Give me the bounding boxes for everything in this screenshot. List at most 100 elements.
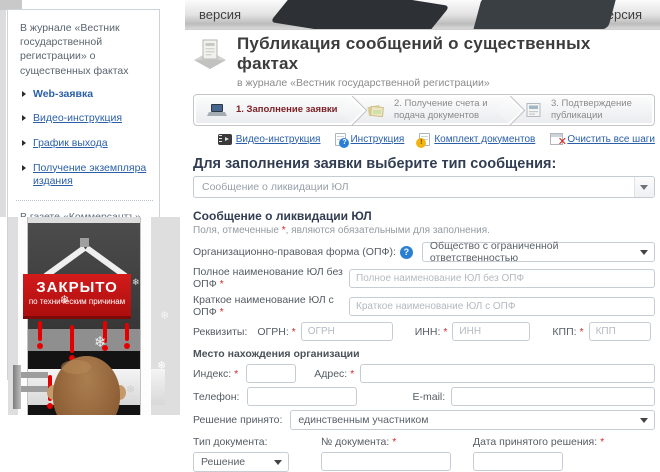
full-name-label-text: Полное наименование ЮЛ без ОПФ [193, 266, 343, 290]
help-icon[interactable]: ? [400, 246, 413, 259]
phone-input[interactable] [247, 387, 357, 406]
select-dropdown-button[interactable] [634, 177, 654, 197]
short-name-row: Краткое наименование ЮЛ с ОПФ * [193, 294, 655, 318]
section-title: Сообщение о ликвидации ЮЛ [193, 209, 655, 223]
video-instruction-link[interactable]: Видео-инструкция [33, 112, 122, 126]
inn-input[interactable] [452, 322, 530, 341]
doc-number-input[interactable] [321, 452, 451, 471]
documents-kit-link[interactable]: Комплект документов [434, 134, 535, 145]
door-band [28, 329, 140, 351]
clear-all-steps-link[interactable]: Очистить все шаги [567, 134, 655, 145]
content: Публикация сообщений о существенных факт… [193, 34, 655, 472]
arrow-bullet-icon [22, 165, 26, 171]
banner-text-left: версия [199, 7, 241, 22]
requisites-row: Реквизиты: ОГРН: * ИНН: * КПП: * [193, 322, 655, 341]
requisites-label: Реквизиты: [193, 326, 247, 338]
snowflake-icon: ❄ [160, 309, 169, 322]
step-2-invoice-documents[interactable]: 2. Получение счета и подача документов [354, 95, 512, 125]
tablet-device-decoration [469, 0, 621, 30]
red-cross-icon: ✕ [557, 138, 567, 148]
video-instruction-toolbar-link[interactable]: Видео-инструкция [236, 134, 321, 145]
closed-sign-title: ЗАКРЫТО [23, 279, 131, 296]
toolbar-documents: ! Комплект документов [419, 133, 535, 146]
video-icon [218, 134, 232, 145]
full-name-label: Полное наименование ЮЛ без ОПФ * [193, 266, 349, 290]
doc-date-input[interactable] [473, 452, 563, 471]
doc-date-column: Дата принятого решения: * [473, 436, 604, 471]
decision-select[interactable]: единственным участником [290, 410, 655, 430]
instruction-link[interactable]: Инструкция [350, 134, 404, 145]
snowflake-icon: ❄ [94, 333, 107, 351]
chevron-down-icon [274, 460, 282, 465]
opf-row: Организационно-правовая форма (ОПФ): ? О… [193, 242, 655, 262]
index-address-row: Индекс: * Адрес: * [193, 364, 655, 383]
laptop-icon [206, 103, 228, 118]
sidebar-item-get-copy: Получение экземпляра издания [22, 162, 151, 189]
sidebar: В журнале «Вестник государственной регис… [0, 0, 185, 415]
sign-pin [80, 238, 89, 247]
get-copy-link[interactable]: Получение экземпляра издания [33, 162, 151, 189]
required-star: * [350, 368, 354, 380]
full-name-input[interactable] [349, 269, 655, 288]
doc-type-column: Тип документа: Решение [193, 436, 315, 472]
web-zayavka-link[interactable]: Web-заявка [33, 88, 93, 102]
toolbar-clear-steps: ✕ Очистить все шаги [550, 133, 655, 145]
index-input[interactable] [246, 364, 296, 383]
arrow-bullet-icon [22, 115, 26, 121]
toolbar-video-instruction: Видео-инструкция [218, 134, 321, 145]
doc-type-select[interactable]: Решение [193, 452, 289, 472]
arrow-bullet-icon [22, 91, 26, 97]
sidebar-item-schedule: График выхода [22, 137, 151, 151]
door-frame [140, 217, 151, 415]
kpp-label-text: КПП: [552, 326, 576, 338]
short-name-label-text: Краткое наименование ЮЛ с ОПФ [193, 294, 334, 318]
page-subtitle: в журнале «Вестник государственной регис… [237, 77, 655, 89]
kpp-label: КПП: * [552, 326, 583, 338]
short-name-label: Краткое наименование ЮЛ с ОПФ * [193, 294, 349, 318]
chevron-down-icon [640, 185, 648, 190]
top-banner: версия версия [185, 0, 660, 30]
message-type-select-value: Сообщение о ликвидации ЮЛ [202, 181, 349, 193]
address-label: Адрес: * [314, 368, 354, 380]
toolbar: Видео-инструкция ? Инструкция ! Комплект… [193, 131, 655, 147]
exclamation-mark [125, 323, 129, 341]
opf-select[interactable]: Общество с ограниченной ответственностью [422, 242, 655, 262]
choose-type-heading: Для заполнения заявки выберите тип сообщ… [193, 156, 655, 172]
doc-number-column: № документа: * [321, 436, 463, 471]
required-star: * [392, 436, 396, 448]
step-3-publication-confirmation[interactable]: 3. Подтверждение публикации [512, 95, 660, 125]
closed-banner-illustration: ЗАКРЫТО по техническим причинам ❄ ❄ ❄ ❄ … [8, 217, 180, 415]
address-label-text: Адрес: [314, 368, 347, 380]
divider [16, 200, 153, 201]
address-input[interactable] [360, 364, 655, 383]
page-header: Публикация сообщений о существенных факт… [193, 34, 655, 89]
exclamation-mark [38, 321, 42, 341]
index-label: Индекс: * [193, 368, 238, 380]
index-label-text: Индекс: [193, 368, 231, 380]
short-name-input[interactable] [349, 297, 655, 316]
message-type-select[interactable]: Сообщение о ликвидации ЮЛ [193, 176, 655, 198]
question-badge-icon: ? [339, 138, 349, 148]
ogrn-label-text: ОГРН: [257, 326, 288, 338]
full-name-row: Полное наименование ЮЛ без ОПФ * [193, 266, 655, 290]
required-star: * [220, 278, 224, 290]
closed-sign-subtitle: по техническим причинам [23, 297, 131, 306]
step-1-fill-application[interactable]: 1. Заполнение заявки [194, 95, 354, 125]
ogrn-label: ОГРН: * [257, 326, 295, 338]
chevron-down-icon [640, 250, 648, 255]
tablet-device-decoration [270, 0, 450, 30]
kpp-input[interactable] [589, 322, 651, 341]
required-fields-note: Поля, отмеченные *, являются обязательны… [193, 225, 655, 236]
doc-number-label: № документа: * [321, 436, 396, 448]
required-star: * [579, 326, 583, 338]
decision-label: Решение принято: [193, 414, 282, 426]
toolbar-instruction: ? Инструкция [335, 133, 404, 146]
email-input[interactable] [451, 387, 655, 406]
sidebar-item-web-zayavka: Web-заявка [22, 88, 151, 102]
ogrn-input[interactable] [301, 322, 393, 341]
phone-label: Телефон: [193, 391, 239, 403]
snowflake-icon: ❄ [132, 277, 140, 288]
schedule-link[interactable]: График выхода [33, 137, 108, 151]
doc-number-label-text: № документа: [321, 436, 389, 448]
note-prefix: Поля, отмеченные [193, 225, 282, 236]
